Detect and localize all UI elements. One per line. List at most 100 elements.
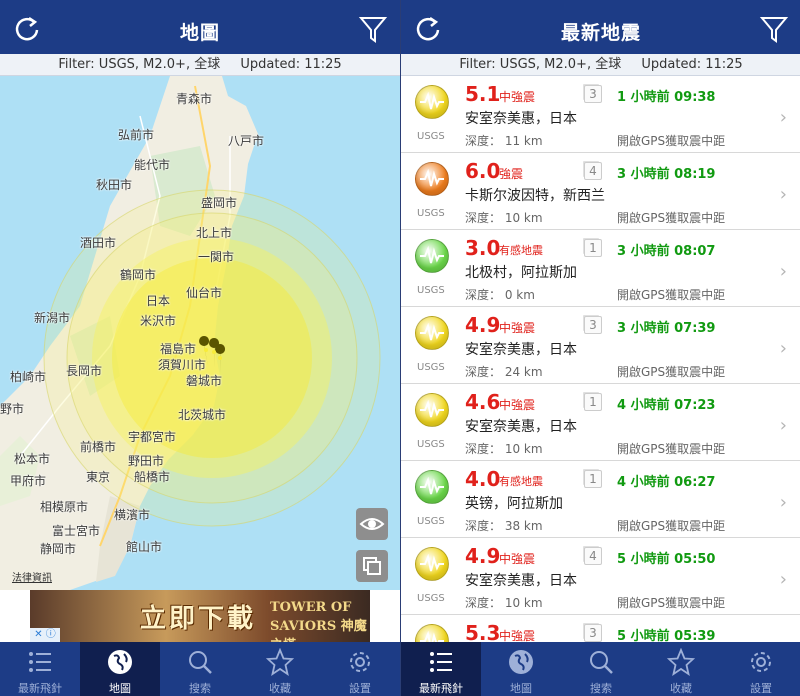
level-badge: 1 (584, 393, 602, 411)
tab-label: 搜索 (590, 682, 612, 695)
page-title: 最新地震 (560, 22, 641, 44)
ad-image[interactable]: 立即下載 TOWER OF SAVIORS 神魔之塔 (30, 590, 370, 642)
intensity-label: 中強震 (499, 321, 536, 335)
source-label: USGS (417, 362, 445, 373)
ad-info-icon[interactable]: ✕ ⓘ (30, 628, 60, 642)
eye-icon[interactable] (356, 508, 388, 540)
gps-label: 開啟GPS獲取震中距 (617, 134, 726, 148)
level-badge: 3 (584, 624, 602, 642)
place-label: 英镑，阿拉斯加 (465, 496, 563, 512)
gps-label: 開啟GPS獲取震中距 (617, 442, 726, 456)
ad-headline: 立即下載 (140, 604, 257, 634)
source-label: USGS (417, 208, 445, 219)
gps-label: 開啟GPS獲取震中距 (617, 211, 726, 225)
time-label: 4 小時前 07:23 (617, 398, 716, 413)
tab-map[interactable]: 地圖 (481, 642, 561, 696)
quake-row[interactable]: USGS 5.1 中強震 3 1 小時前 09:38 安室奈美惠，日本 深度： 11 km 開… (401, 76, 800, 153)
level-badge: 4 (584, 162, 602, 180)
city-label: 野田市 (128, 454, 165, 468)
level-badge: 3 (584, 316, 602, 334)
star-icon (667, 648, 695, 676)
tab-label: 收藏 (269, 682, 291, 695)
chevron-right-icon: › (779, 338, 787, 359)
city-label: 前橋市 (80, 440, 117, 454)
quake-row[interactable]: USGS 6.0 強震 4 3 小時前 08:19 卡斯尔波因特，新西兰 深度： 10 km… (401, 153, 800, 230)
tab-search[interactable]: 搜索 (160, 642, 240, 696)
list-screen: 最新地震 Filter: USGS, M2.0+, 全球 Updated: 11… (400, 0, 800, 696)
city-label: 須賀川市 (158, 358, 207, 372)
time-label: 3 小時前 07:39 (617, 321, 716, 336)
filter-text: Filter: USGS, M2.0+, 全球 (459, 57, 622, 72)
tab-map[interactable]: 地圖 (80, 642, 160, 696)
time-label: 1 小時前 09:38 (617, 90, 716, 105)
seismograph-icon (415, 162, 449, 196)
quake-list[interactable]: USGS 5.1 中強震 3 1 小時前 09:38 安室奈美惠，日本 深度： 11 km 開… (401, 76, 800, 642)
city-label: 鶴岡市 (120, 268, 157, 282)
magnitude: 4.9 (465, 544, 501, 568)
tab-bar: 最新飛針 地圖 搜索 收藏 設置 (0, 642, 400, 696)
city-label: 甲府市 (10, 474, 47, 488)
place-label: 北极村，阿拉斯加 (465, 265, 577, 281)
tab-favorites[interactable]: 收藏 (240, 642, 320, 696)
tab-label: 設置 (750, 682, 772, 695)
level-badge: 3 (584, 85, 602, 103)
intensity-label: 強震 (499, 167, 524, 181)
magnitude: 5.1 (465, 82, 501, 106)
quake-row[interactable]: USGS 4.6 中強震 1 4 小時前 07:23 安室奈美惠，日本 深度： 10 km 開… (401, 384, 800, 461)
magnitude: 4.9 (465, 313, 501, 337)
quake-row[interactable]: USGS 4.9 中強震 4 5 小時前 05:50 安室奈美惠，日本 深度： 10 km 開… (401, 538, 800, 615)
source-label: USGS (417, 131, 445, 142)
quake-row[interactable]: USGS 3.0 有感地震 1 3 小時前 08:07 北极村，阿拉斯加 深度： 0 km 開… (401, 230, 800, 307)
legal-link[interactable]: 法律資訊 (12, 569, 52, 584)
ad-banner[interactable]: 立即下載 TOWER OF SAVIORS 神魔之塔 (0, 590, 400, 642)
city-label: 日本 (146, 294, 171, 308)
chevron-right-icon: › (779, 107, 787, 128)
tab-label: 收藏 (670, 682, 692, 695)
filter-bar: Filter: USGS, M2.0+, 全球 Updated: 11:25 (401, 54, 800, 76)
place-label: 安室奈美惠，日本 (465, 573, 577, 589)
city-label: 北茨城市 (178, 408, 227, 422)
time-label: 5 小時前 05:50 (617, 552, 716, 567)
tab-latest[interactable]: 最新飛針 (401, 642, 481, 696)
magnitude: 6.0 (465, 159, 501, 183)
tab-label: 地圖 (510, 682, 532, 695)
city-label: 青森市 (176, 92, 213, 106)
source-label: USGS (417, 516, 445, 527)
tab-settings[interactable]: 設置 (320, 642, 400, 696)
depth-label: 深度： 24 km (465, 365, 543, 379)
intensity-label: 中強震 (499, 398, 536, 412)
depth-label: 深度： 10 km (465, 211, 543, 225)
seismograph-icon (415, 85, 449, 119)
tab-search[interactable]: 搜索 (561, 642, 641, 696)
search-icon (189, 651, 212, 674)
seismograph-icon (415, 239, 449, 273)
gps-label: 開啟GPS獲取震中距 (617, 596, 726, 610)
city-label: 富士宮市 (52, 524, 101, 538)
city-label: 横濱市 (114, 508, 151, 522)
tab-label: 最新飛針 (18, 682, 62, 695)
tab-bar: 最新飛針 地圖 搜索 收藏 設置 (401, 642, 800, 696)
map-view[interactable]: 青森市 弘前市 八戸市 能代市 秋田市 盛岡市 北上市 酒田市 一関市 鶴岡市 … (0, 76, 400, 590)
quake-row[interactable]: USGS 4.9 中強震 3 3 小時前 07:39 安室奈美惠，日本 深度： 24 km 開… (401, 307, 800, 384)
filter-icon[interactable] (356, 12, 390, 46)
quake-row[interactable]: 5.3 中強震 3 5 小時前 05:39 (401, 615, 800, 642)
tab-favorites[interactable]: 收藏 (641, 642, 721, 696)
city-label: 弘前市 (118, 128, 155, 142)
depth-label: 深度： 11 km (465, 134, 543, 148)
tab-latest[interactable]: 最新飛針 (0, 642, 80, 696)
city-label: 船橋市 (134, 470, 171, 484)
filter-icon[interactable] (757, 12, 791, 46)
depth-label: 深度： 10 km (465, 596, 543, 610)
quake-row[interactable]: USGS 4.0 有感地震 1 4 小時前 06:27 英镑，阿拉斯加 深度： 38 km 開… (401, 461, 800, 538)
city-label: 松本市 (14, 452, 51, 466)
gps-label: 開啟GPS獲取震中距 (617, 519, 726, 533)
depth-label: 深度： 10 km (465, 442, 543, 456)
depth-label: 深度： 38 km (465, 519, 543, 533)
tab-settings[interactable]: 設置 (721, 642, 800, 696)
globe-icon (108, 650, 132, 674)
city-label: 長岡市 (66, 364, 103, 378)
updated-text: Updated: 11:25 (240, 57, 342, 72)
magnitude: 5.3 (465, 621, 501, 642)
layers-icon[interactable] (356, 550, 388, 582)
chevron-right-icon: › (779, 415, 787, 436)
